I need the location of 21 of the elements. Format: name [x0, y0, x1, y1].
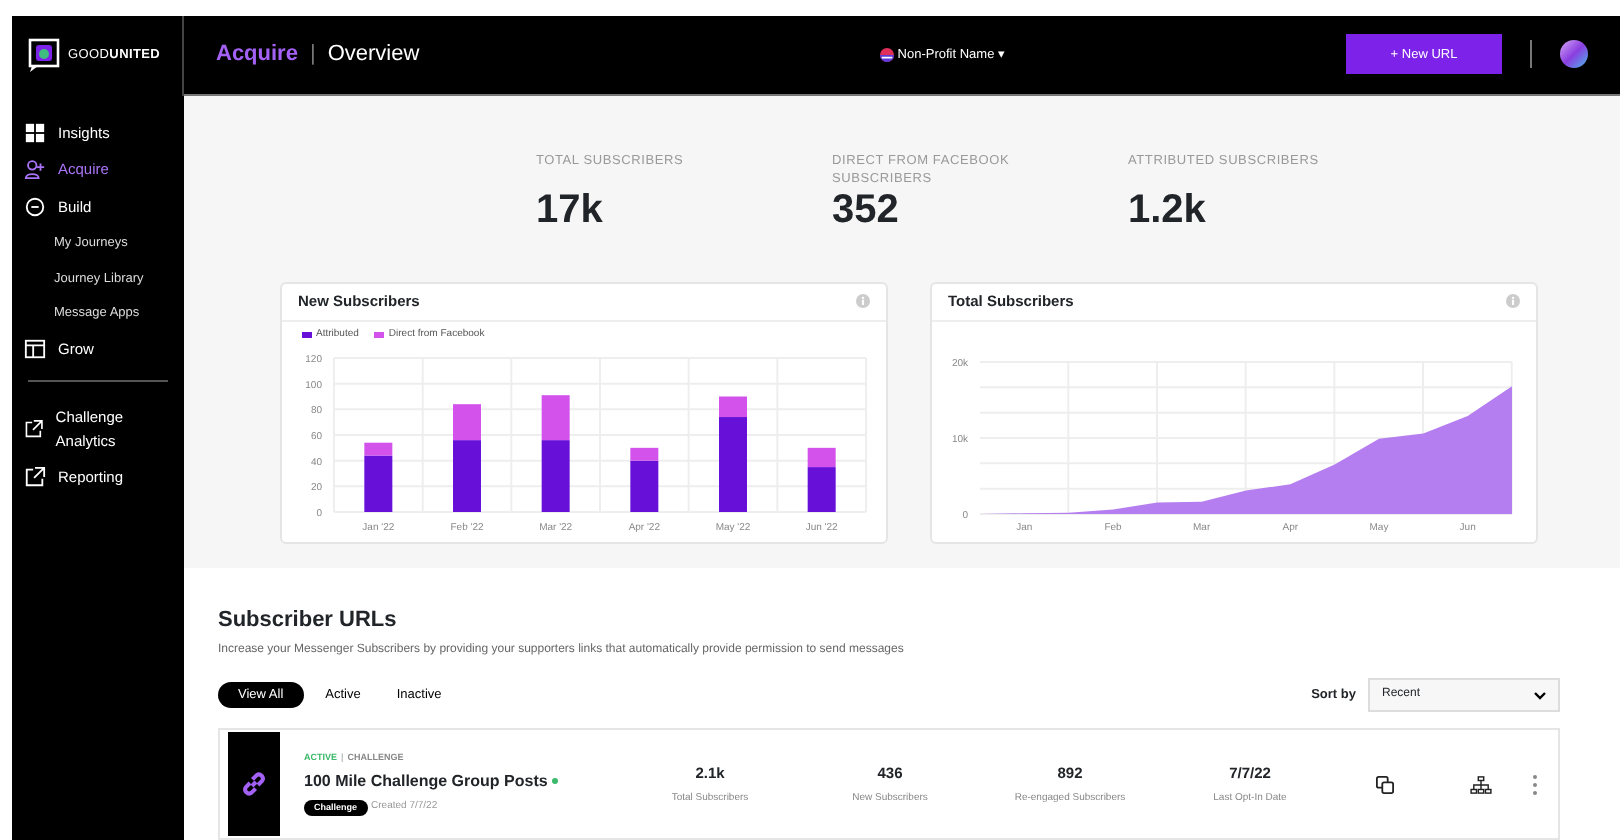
copy-icon[interactable] [1376, 775, 1394, 793]
board-icon [24, 338, 46, 361]
url-title: 100 Mile Challenge Group Posts [304, 769, 548, 793]
breadcrumb-separator: | [309, 40, 316, 71]
more-options-icon[interactable] [1532, 773, 1538, 795]
stat-value: 1.2k [1128, 189, 1208, 230]
chevron-down-icon [1534, 691, 1546, 699]
link-icon [240, 770, 268, 798]
logo-icon [28, 38, 60, 74]
hierarchy-icon[interactable] [1470, 775, 1492, 793]
avatar[interactable] [1560, 40, 1588, 69]
organization-icon [879, 47, 894, 62]
external-link-icon [24, 465, 46, 488]
external-link-icon [24, 418, 44, 440]
page-title: Overview [327, 40, 420, 71]
section-title: Subscriber URLs [218, 605, 399, 635]
stat-value: 352 [832, 189, 901, 230]
grid-icon [24, 122, 46, 145]
add-user-icon [24, 158, 46, 181]
stat-value: 17k [536, 189, 605, 230]
breadcrumb-section[interactable]: Acquire [216, 38, 298, 72]
